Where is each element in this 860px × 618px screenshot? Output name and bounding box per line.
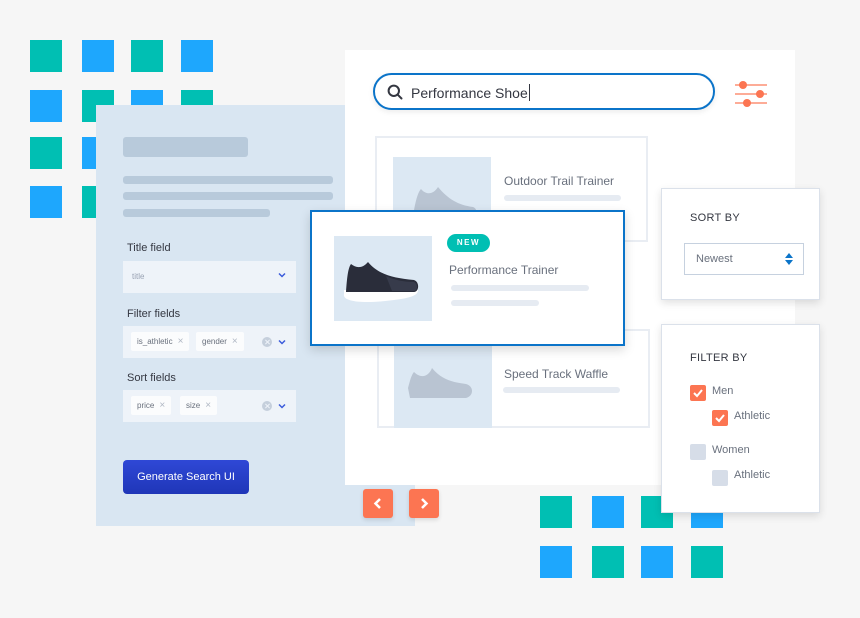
decor-square: [30, 137, 62, 169]
title-field-label: Title field: [127, 242, 171, 254]
result-title: Speed Track Waffle: [504, 367, 609, 381]
chip-label: is_athletic: [137, 337, 173, 346]
result-title: Outdoor Trail Trainer: [504, 174, 615, 188]
sort-chip[interactable]: price ×: [131, 396, 172, 415]
chevron-right-icon: [421, 498, 429, 509]
skeleton-title: [123, 137, 248, 157]
clear-icon[interactable]: [262, 337, 272, 347]
chip-label: size: [186, 401, 201, 410]
decor-square: [82, 40, 114, 72]
chip-label: price: [137, 401, 155, 410]
checkbox-men-athletic[interactable]: [712, 410, 728, 426]
filter-title: FILTER BY: [690, 352, 748, 364]
skeleton-line: [504, 195, 621, 201]
decor-square: [592, 496, 624, 528]
search-input[interactable]: Performance Shoe: [373, 73, 715, 110]
skeleton-line: [123, 209, 270, 217]
sort-card: SORT BY Newest: [661, 188, 820, 300]
decor-square: [30, 40, 62, 72]
filter-fields-select[interactable]: is_athletic × gender ×: [123, 326, 296, 358]
checkbox-label: Men: [712, 385, 734, 397]
skeleton-line: [123, 192, 333, 200]
chevron-down-icon: [278, 272, 286, 278]
chevron-down-icon: [278, 403, 286, 409]
sort-arrows-icon: [785, 253, 793, 265]
next-page-button[interactable]: [409, 489, 439, 518]
decor-square: [691, 546, 723, 578]
generate-search-ui-button[interactable]: Generate Search UI: [123, 460, 249, 494]
product-thumbnail: [394, 346, 492, 428]
filter-chip[interactable]: gender ×: [196, 332, 244, 351]
text-cursor: [528, 84, 530, 101]
chevron-left-icon: [373, 498, 381, 509]
title-field-select[interactable]: title: [123, 261, 296, 293]
skeleton-line: [451, 285, 589, 291]
checkbox-label: Athletic: [734, 469, 771, 481]
chevron-down-icon: [278, 339, 286, 345]
check-icon: [715, 414, 725, 423]
sort-select[interactable]: Newest: [684, 243, 804, 275]
decor-square: [540, 546, 572, 578]
close-icon[interactable]: ×: [205, 401, 211, 411]
chip-label: gender: [202, 337, 227, 346]
featured-result-card[interactable]: NEW Performance Trainer: [310, 210, 625, 346]
check-icon: [693, 389, 703, 398]
close-icon[interactable]: ×: [159, 401, 165, 411]
product-thumbnail: [334, 236, 432, 321]
prev-page-button[interactable]: [363, 489, 393, 518]
sort-selected-value: Newest: [696, 253, 733, 265]
sort-fields-select[interactable]: price × size ×: [123, 390, 296, 422]
sliders-icon[interactable]: [733, 80, 769, 108]
checkbox-label: Athletic: [734, 410, 771, 422]
decor-square: [181, 40, 213, 72]
search-query: Performance Shoe: [411, 84, 530, 101]
result-title: Performance Trainer: [449, 263, 559, 277]
search-icon: [387, 84, 403, 100]
decor-square: [30, 186, 62, 218]
filter-chip[interactable]: is_athletic ×: [131, 332, 190, 351]
close-icon[interactable]: ×: [178, 337, 184, 347]
decor-square: [592, 546, 624, 578]
filter-card: FILTER BY Men Athletic Women Athletic: [661, 324, 820, 513]
sort-title: SORT BY: [690, 212, 740, 224]
skeleton-line: [123, 176, 333, 184]
sort-chip[interactable]: size ×: [180, 396, 218, 415]
checkbox-men[interactable]: [690, 385, 706, 401]
checkbox-women-athletic[interactable]: [712, 470, 728, 486]
skeleton-line: [451, 300, 539, 306]
decor-square: [641, 546, 673, 578]
checkbox-label: Women: [712, 444, 750, 456]
decor-square: [540, 496, 572, 528]
clear-icon[interactable]: [262, 401, 272, 411]
filter-fields-label: Filter fields: [127, 308, 181, 320]
new-badge: NEW: [447, 234, 490, 252]
decor-square: [30, 90, 62, 122]
title-field-placeholder: title: [132, 272, 145, 281]
shoe-icon: [408, 368, 472, 398]
checkbox-women[interactable]: [690, 444, 706, 460]
sort-fields-label: Sort fields: [127, 372, 176, 384]
skeleton-line: [503, 387, 620, 393]
close-icon[interactable]: ×: [232, 337, 238, 347]
decor-square: [131, 40, 163, 72]
shoe-icon: [343, 262, 419, 302]
